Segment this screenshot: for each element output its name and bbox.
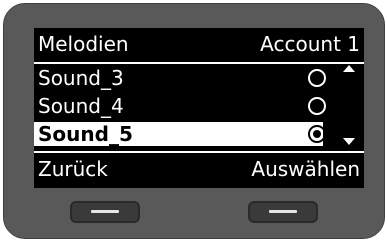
- triangle-down-icon: [343, 138, 355, 145]
- list-item-label: Sound_5: [38, 122, 133, 146]
- list-item-selected[interactable]: Sound_5: [34, 122, 364, 146]
- softkey-divider: [34, 151, 364, 153]
- dash-icon: [91, 210, 119, 213]
- list-item-label: Sound_3: [38, 66, 124, 90]
- triangle-up-icon: [343, 65, 355, 72]
- radio-unchecked-icon[interactable]: [308, 69, 326, 87]
- select-softkey-button[interactable]: [248, 201, 318, 223]
- account-label: Account 1: [260, 32, 360, 56]
- list-item-label: Sound_4: [38, 94, 124, 118]
- list-item[interactable]: Sound_4: [34, 94, 364, 118]
- softkey-right-label: Auswählen: [251, 157, 360, 181]
- back-softkey-button[interactable]: [70, 201, 140, 223]
- header-divider: [34, 62, 364, 64]
- lcd-screen: Melodien Account 1 Sound_3 Sound_4 Sound…: [34, 28, 364, 188]
- softkey-left-label: Zurück: [38, 157, 108, 181]
- radio-dot: [313, 130, 321, 138]
- screen-title: Melodien: [38, 32, 129, 56]
- radio-checked-icon[interactable]: [308, 125, 326, 143]
- dash-icon: [269, 210, 297, 213]
- phone-display-panel: Melodien Account 1 Sound_3 Sound_4 Sound…: [0, 0, 388, 243]
- radio-unchecked-icon[interactable]: [308, 97, 326, 115]
- screen-header: Melodien Account 1: [34, 28, 364, 60]
- list-item[interactable]: Sound_3: [34, 66, 364, 90]
